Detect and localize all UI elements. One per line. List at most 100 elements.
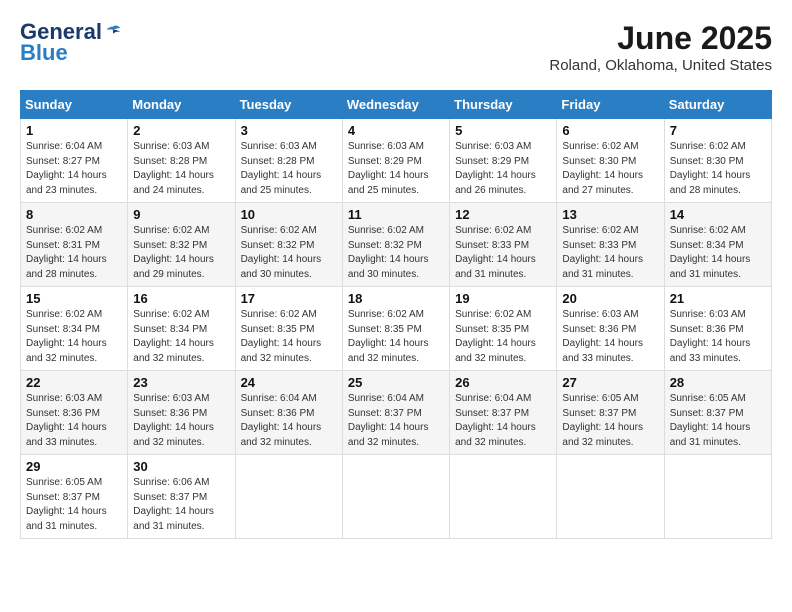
calendar-cell: 24 Sunrise: 6:04 AMSunset: 8:36 PMDaylig… [235,371,342,455]
logo-bird-icon [104,23,122,41]
calendar-cell [235,455,342,539]
calendar-cell: 11 Sunrise: 6:02 AMSunset: 8:32 PMDaylig… [342,203,449,287]
calendar-cell: 10 Sunrise: 6:02 AMSunset: 8:32 PMDaylig… [235,203,342,287]
calendar-header-row: SundayMondayTuesdayWednesdayThursdayFrid… [21,91,772,119]
calendar-cell: 17 Sunrise: 6:02 AMSunset: 8:35 PMDaylig… [235,287,342,371]
calendar-cell: 8 Sunrise: 6:02 AMSunset: 8:31 PMDayligh… [21,203,128,287]
day-number: 3 [241,123,337,138]
day-number: 9 [133,207,229,222]
day-number: 4 [348,123,444,138]
calendar-cell: 7 Sunrise: 6:02 AMSunset: 8:30 PMDayligh… [664,119,771,203]
day-info: Sunrise: 6:02 AMSunset: 8:32 PMDaylight:… [241,225,322,280]
day-info: Sunrise: 6:03 AMSunset: 8:36 PMDaylight:… [562,309,643,364]
day-info: Sunrise: 6:02 AMSunset: 8:33 PMDaylight:… [562,225,643,280]
day-info: Sunrise: 6:03 AMSunset: 8:36 PMDaylight:… [26,393,107,448]
day-info: Sunrise: 6:05 AMSunset: 8:37 PMDaylight:… [26,477,107,532]
day-number: 10 [241,207,337,222]
calendar-cell: 9 Sunrise: 6:02 AMSunset: 8:32 PMDayligh… [128,203,235,287]
day-info: Sunrise: 6:02 AMSunset: 8:34 PMDaylight:… [26,309,107,364]
calendar-cell: 30 Sunrise: 6:06 AMSunset: 8:37 PMDaylig… [128,455,235,539]
calendar-cell: 12 Sunrise: 6:02 AMSunset: 8:33 PMDaylig… [450,203,557,287]
day-number: 23 [133,375,229,390]
day-number: 24 [241,375,337,390]
day-info: Sunrise: 6:05 AMSunset: 8:37 PMDaylight:… [562,393,643,448]
calendar-header-thursday: Thursday [450,91,557,119]
calendar-cell: 29 Sunrise: 6:05 AMSunset: 8:37 PMDaylig… [21,455,128,539]
calendar-week-3: 15 Sunrise: 6:02 AMSunset: 8:34 PMDaylig… [21,287,772,371]
calendar-cell [450,455,557,539]
calendar-cell: 14 Sunrise: 6:02 AMSunset: 8:34 PMDaylig… [664,203,771,287]
day-info: Sunrise: 6:02 AMSunset: 8:35 PMDaylight:… [455,309,536,364]
calendar-cell: 16 Sunrise: 6:02 AMSunset: 8:34 PMDaylig… [128,287,235,371]
day-number: 22 [26,375,122,390]
calendar-cell [557,455,664,539]
calendar-cell: 19 Sunrise: 6:02 AMSunset: 8:35 PMDaylig… [450,287,557,371]
calendar-cell: 23 Sunrise: 6:03 AMSunset: 8:36 PMDaylig… [128,371,235,455]
day-info: Sunrise: 6:03 AMSunset: 8:36 PMDaylight:… [133,393,214,448]
calendar-header-wednesday: Wednesday [342,91,449,119]
logo: General Blue [20,20,122,66]
day-number: 27 [562,375,658,390]
location-subtitle: Roland, Oklahoma, United States [549,57,772,74]
calendar-cell: 4 Sunrise: 6:03 AMSunset: 8:29 PMDayligh… [342,119,449,203]
calendar-cell: 28 Sunrise: 6:05 AMSunset: 8:37 PMDaylig… [664,371,771,455]
calendar-cell: 5 Sunrise: 6:03 AMSunset: 8:29 PMDayligh… [450,119,557,203]
calendar-week-5: 29 Sunrise: 6:05 AMSunset: 8:37 PMDaylig… [21,455,772,539]
day-number: 12 [455,207,551,222]
day-number: 25 [348,375,444,390]
day-number: 8 [26,207,122,222]
calendar-week-2: 8 Sunrise: 6:02 AMSunset: 8:31 PMDayligh… [21,203,772,287]
calendar-cell: 22 Sunrise: 6:03 AMSunset: 8:36 PMDaylig… [21,371,128,455]
day-info: Sunrise: 6:04 AMSunset: 8:37 PMDaylight:… [348,393,429,448]
day-info: Sunrise: 6:03 AMSunset: 8:29 PMDaylight:… [348,141,429,196]
day-info: Sunrise: 6:02 AMSunset: 8:34 PMDaylight:… [670,225,751,280]
day-info: Sunrise: 6:03 AMSunset: 8:36 PMDaylight:… [670,309,751,364]
day-info: Sunrise: 6:02 AMSunset: 8:35 PMDaylight:… [348,309,429,364]
day-number: 16 [133,291,229,306]
day-number: 28 [670,375,766,390]
day-number: 21 [670,291,766,306]
calendar-header-friday: Friday [557,91,664,119]
day-number: 6 [562,123,658,138]
calendar-cell: 25 Sunrise: 6:04 AMSunset: 8:37 PMDaylig… [342,371,449,455]
calendar-header-tuesday: Tuesday [235,91,342,119]
day-number: 26 [455,375,551,390]
day-number: 15 [26,291,122,306]
calendar-cell: 3 Sunrise: 6:03 AMSunset: 8:28 PMDayligh… [235,119,342,203]
calendar-cell: 18 Sunrise: 6:02 AMSunset: 8:35 PMDaylig… [342,287,449,371]
day-number: 14 [670,207,766,222]
calendar-header-sunday: Sunday [21,91,128,119]
calendar-cell: 21 Sunrise: 6:03 AMSunset: 8:36 PMDaylig… [664,287,771,371]
title-block: June 2025 Roland, Oklahoma, United State… [549,20,772,74]
day-info: Sunrise: 6:02 AMSunset: 8:32 PMDaylight:… [348,225,429,280]
calendar-cell [342,455,449,539]
calendar-week-4: 22 Sunrise: 6:03 AMSunset: 8:36 PMDaylig… [21,371,772,455]
calendar-cell: 1 Sunrise: 6:04 AMSunset: 8:27 PMDayligh… [21,119,128,203]
day-number: 7 [670,123,766,138]
day-info: Sunrise: 6:04 AMSunset: 8:37 PMDaylight:… [455,393,536,448]
calendar-cell: 13 Sunrise: 6:02 AMSunset: 8:33 PMDaylig… [557,203,664,287]
calendar-cell [664,455,771,539]
calendar-cell: 20 Sunrise: 6:03 AMSunset: 8:36 PMDaylig… [557,287,664,371]
day-info: Sunrise: 6:06 AMSunset: 8:37 PMDaylight:… [133,477,214,532]
calendar-cell: 26 Sunrise: 6:04 AMSunset: 8:37 PMDaylig… [450,371,557,455]
calendar-cell: 15 Sunrise: 6:02 AMSunset: 8:34 PMDaylig… [21,287,128,371]
page-header: General Blue June 2025 Roland, Oklahoma,… [20,20,772,74]
day-number: 2 [133,123,229,138]
day-info: Sunrise: 6:05 AMSunset: 8:37 PMDaylight:… [670,393,751,448]
day-number: 17 [241,291,337,306]
calendar-cell: 6 Sunrise: 6:02 AMSunset: 8:30 PMDayligh… [557,119,664,203]
calendar-table: SundayMondayTuesdayWednesdayThursdayFrid… [20,90,772,539]
day-number: 18 [348,291,444,306]
day-info: Sunrise: 6:02 AMSunset: 8:33 PMDaylight:… [455,225,536,280]
day-number: 19 [455,291,551,306]
day-info: Sunrise: 6:02 AMSunset: 8:35 PMDaylight:… [241,309,322,364]
day-number: 1 [26,123,122,138]
day-info: Sunrise: 6:02 AMSunset: 8:30 PMDaylight:… [562,141,643,196]
day-number: 11 [348,207,444,222]
day-info: Sunrise: 6:03 AMSunset: 8:28 PMDaylight:… [133,141,214,196]
logo-blue: Blue [20,40,68,66]
day-number: 13 [562,207,658,222]
day-info: Sunrise: 6:02 AMSunset: 8:34 PMDaylight:… [133,309,214,364]
calendar-cell: 27 Sunrise: 6:05 AMSunset: 8:37 PMDaylig… [557,371,664,455]
